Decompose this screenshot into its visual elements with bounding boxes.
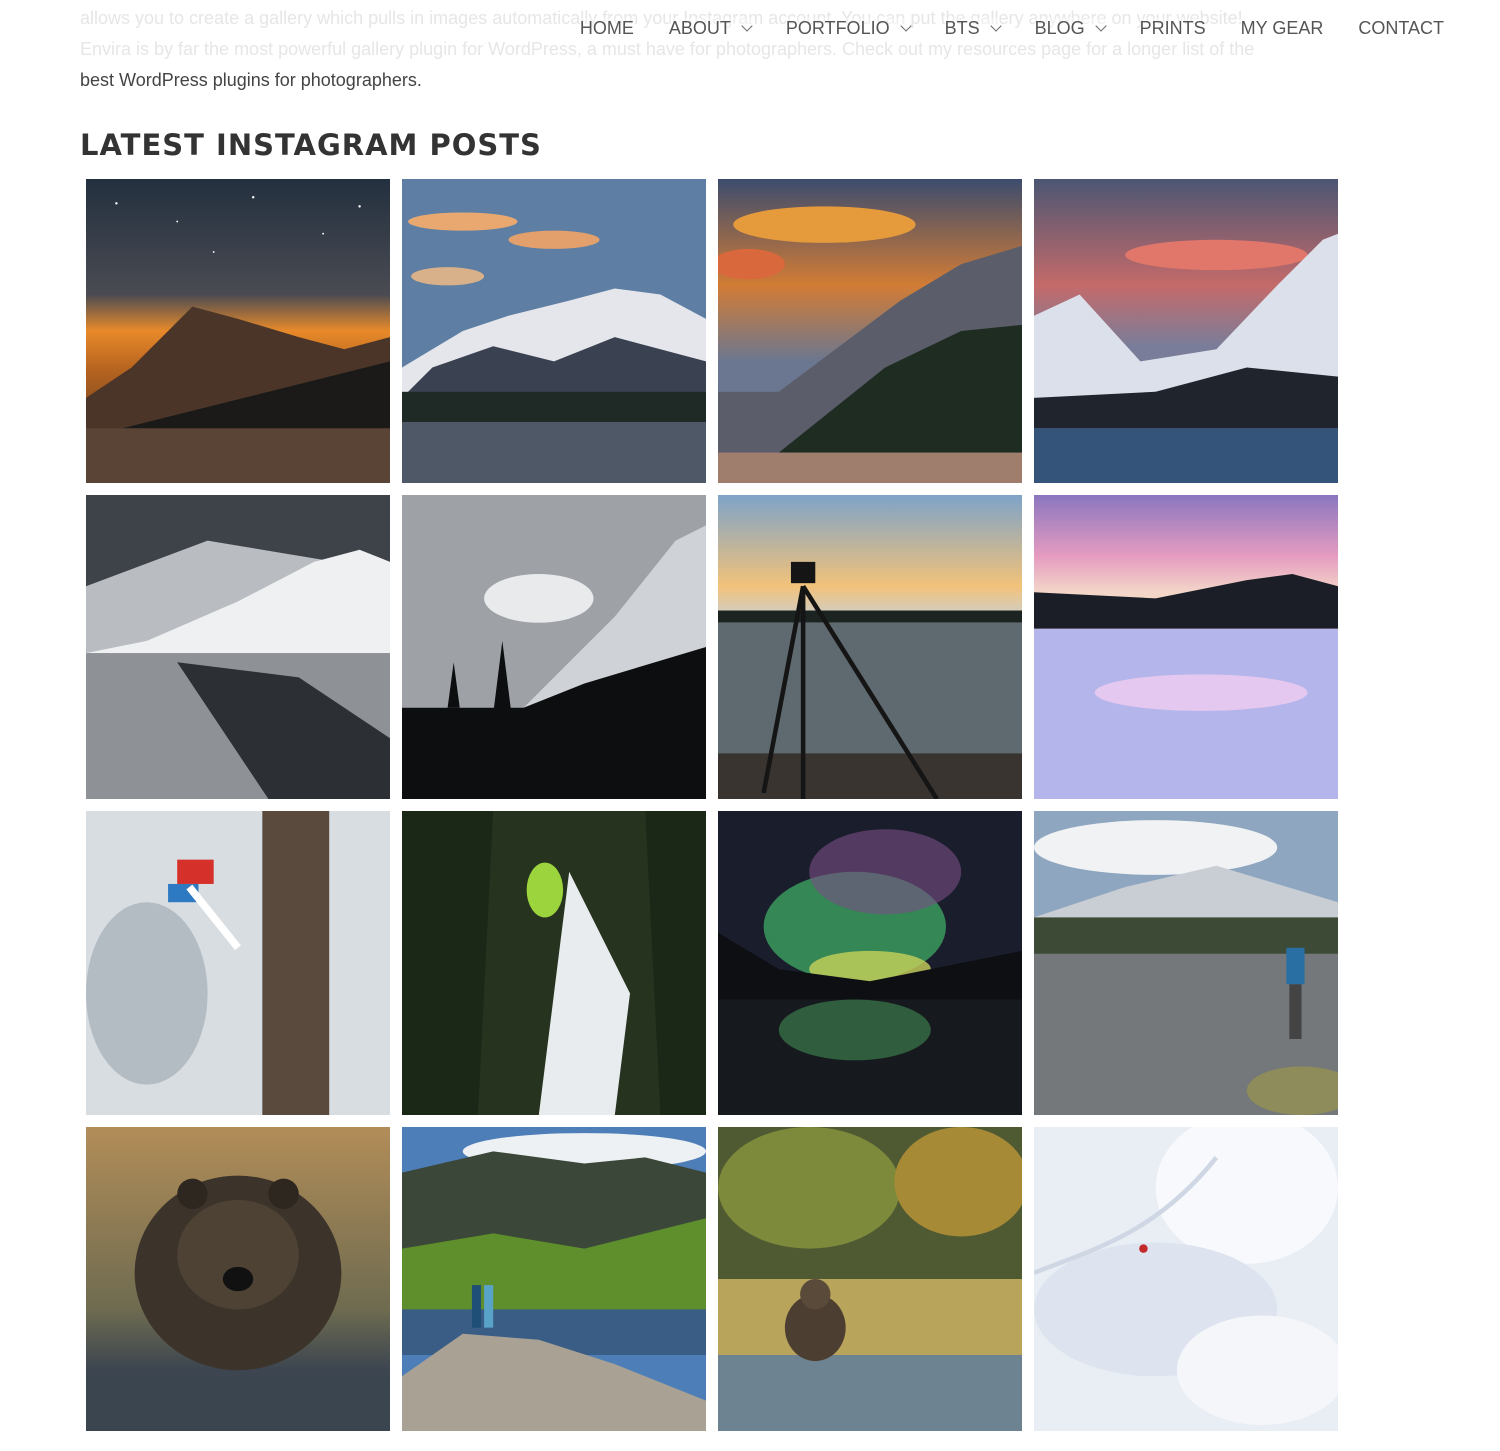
nav-label: HOME <box>579 17 634 38</box>
main-nav: HOME ABOUT PORTFOLIO BTS BLOG PRINTS MY … <box>579 15 1444 41</box>
intro-line-3: best WordPress plugins for photographers… <box>80 70 422 90</box>
instagram-photo[interactable] <box>86 179 390 483</box>
nav-item-about[interactable]: ABOUT <box>668 17 753 39</box>
instagram-photo[interactable] <box>718 1127 1022 1431</box>
instagram-photo[interactable] <box>86 1127 390 1431</box>
nav-item-prints[interactable]: PRINTS <box>1139 17 1206 39</box>
instagram-photo[interactable] <box>718 811 1022 1115</box>
nav-label: CONTACT <box>1358 17 1444 38</box>
chevron-down-icon <box>1094 19 1107 32</box>
nav-label: PORTFOLIO <box>785 17 890 38</box>
instagram-photo[interactable] <box>1034 811 1338 1115</box>
chevron-down-icon <box>989 19 1002 32</box>
nav-item-contact[interactable]: CONTACT <box>1358 17 1444 39</box>
nav-label: MY GEAR <box>1240 17 1324 38</box>
nav-label: BLOG <box>1034 17 1085 38</box>
mountain-reflection-image <box>86 495 390 799</box>
hiker-lake-image <box>1034 811 1338 1115</box>
instagram-photo[interactable] <box>402 179 706 483</box>
instagram-photo[interactable] <box>402 495 706 799</box>
snowy-peak-image <box>402 179 706 483</box>
instagram-photo[interactable] <box>1034 495 1338 799</box>
instagram-photo[interactable] <box>86 811 390 1115</box>
grizzly-bear-image <box>86 1127 390 1431</box>
chevron-down-icon <box>741 19 753 32</box>
lenticular-cloud-image <box>402 495 706 799</box>
instagram-photo[interactable] <box>718 179 1022 483</box>
nav-item-my-gear[interactable]: MY GEAR <box>1240 17 1324 39</box>
instagram-photo[interactable] <box>1034 179 1338 483</box>
pink-sunset-image <box>1034 179 1338 483</box>
night-mountain-image <box>86 179 390 483</box>
chevron-down-icon <box>899 19 912 32</box>
instagram-photo[interactable] <box>402 811 706 1115</box>
aurora-image <box>718 811 1022 1115</box>
intro-line-2: Envira is by far the most powerful galle… <box>80 39 1255 59</box>
nav-item-home[interactable]: HOME <box>579 17 634 39</box>
nav-item-blog[interactable]: BLOG <box>1034 17 1107 39</box>
instagram-photo[interactable] <box>1034 1127 1338 1431</box>
instagram-photo[interactable] <box>718 495 1022 799</box>
instagram-gallery <box>86 179 1338 1431</box>
snow-slope-image <box>1034 1127 1338 1431</box>
instagram-photo[interactable] <box>402 1127 706 1431</box>
sunset-mountain-image <box>718 179 1022 483</box>
nav-label: BTS <box>944 17 980 38</box>
skier-jump-image <box>86 811 390 1115</box>
alpine-valley-image <box>402 1127 706 1431</box>
nav-label: ABOUT <box>668 17 731 38</box>
frozen-lake-image <box>1034 495 1338 799</box>
instagram-photo[interactable] <box>86 495 390 799</box>
camera-tripod-image <box>718 495 1022 799</box>
nav-item-bts[interactable]: BTS <box>944 17 1002 39</box>
nav-label: PRINTS <box>1139 17 1206 38</box>
skier-trees-image <box>402 811 706 1115</box>
section-title: LATEST INSTAGRAM POSTS <box>80 128 542 162</box>
nav-item-portfolio[interactable]: PORTFOLIO <box>785 17 912 39</box>
bear-stream-image <box>718 1127 1022 1431</box>
